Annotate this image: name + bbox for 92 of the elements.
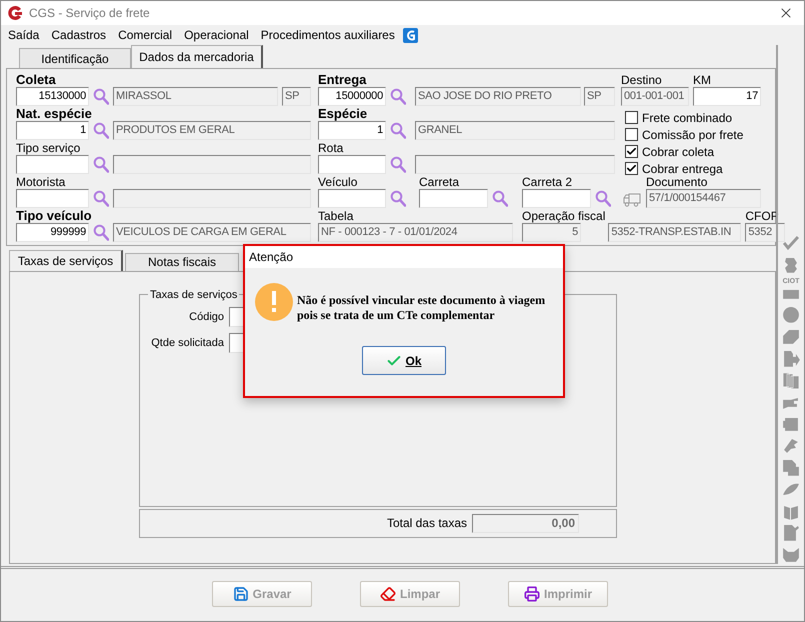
checkbox[interactable]	[625, 111, 638, 124]
check-icon[interactable]	[782, 234, 800, 252]
input-field[interactable]: 15130000	[16, 87, 89, 106]
menu-item[interactable]: Procedimentos auxiliares	[260, 26, 395, 44]
checkbox-label: Cobrar coleta	[642, 144, 714, 160]
field-label: Operação fiscal	[522, 209, 606, 223]
input-field[interactable]	[16, 189, 89, 208]
checkbox-label: Cobrar entrega	[642, 160, 723, 178]
eraser-icon	[380, 586, 396, 602]
readonly-field: 5352	[745, 223, 786, 242]
readonly-field: SP	[584, 87, 615, 106]
field-label: Entrega	[318, 72, 366, 87]
menu-item[interactable]: Saída	[8, 26, 40, 44]
search-icon[interactable]	[93, 88, 109, 105]
tab[interactable]: Dados da mercadoria	[131, 45, 263, 68]
field-label: Tabela	[318, 209, 354, 223]
search-icon[interactable]	[93, 190, 109, 207]
field-label: Tipo veículo	[16, 208, 92, 223]
box-icon[interactable]	[782, 415, 800, 434]
input-field[interactable]: 999999	[16, 223, 89, 242]
circle-icon[interactable]	[782, 306, 800, 324]
field-label: Documento	[646, 175, 708, 189]
field-label: Veículo	[318, 175, 358, 189]
field-label: Motorista	[16, 175, 66, 189]
checkbox[interactable]	[625, 162, 638, 175]
field-label: Carreta	[419, 175, 460, 189]
field-label: Nat. espécie	[16, 106, 92, 121]
documents-icon[interactable]	[782, 372, 800, 390]
input-field[interactable]	[16, 155, 89, 174]
search-icon[interactable]	[93, 156, 109, 173]
input-field[interactable]: 1	[318, 121, 386, 140]
ok-button[interactable]: Ok	[362, 346, 446, 375]
readonly-field: VEICULOS DE CARGA EM GERAL	[113, 223, 311, 242]
eraser-icon[interactable]	[782, 328, 800, 346]
menu-item[interactable]: Operacional	[184, 26, 249, 44]
field-label: Tipo serviço	[16, 141, 80, 155]
input-field[interactable]	[318, 189, 386, 208]
input-field[interactable]: 17	[693, 87, 761, 106]
search-icon[interactable]	[390, 88, 406, 105]
field-label: Código	[188, 310, 224, 325]
input-field[interactable]	[522, 189, 591, 208]
field-label: Destino	[621, 73, 662, 87]
logo-icon	[7, 5, 23, 21]
readonly-field: SAO JOSE DO RIO PRETO	[415, 87, 581, 106]
field-label: Qtde solicitada	[150, 336, 224, 351]
readonly-field: 5352-TRANSP.ESTAB.IN	[608, 223, 742, 242]
readonly-field: 001-001-001	[621, 87, 689, 106]
readonly-field: 5	[522, 223, 581, 242]
input-field[interactable]	[419, 189, 488, 208]
field-label: Rota	[318, 141, 344, 155]
input-field[interactable]: 15000000	[318, 87, 386, 106]
tab[interactable]: Identificação	[19, 48, 131, 68]
menu-item[interactable]: Comercial	[118, 26, 172, 44]
search-icon[interactable]	[390, 156, 406, 173]
app-icon[interactable]	[402, 28, 418, 42]
window-title: CGS - Serviço de frete	[29, 5, 150, 22]
input-field[interactable]	[318, 155, 386, 174]
search-icon[interactable]	[390, 190, 406, 207]
warning-icon	[255, 283, 293, 321]
field-label: Espécie	[318, 106, 368, 121]
total-field: 0,00	[472, 514, 579, 533]
document-arrow-icon[interactable]	[782, 350, 800, 368]
search-icon[interactable]	[492, 190, 508, 207]
checkbox[interactable]	[625, 145, 638, 158]
input-field[interactable]: 1	[16, 121, 89, 140]
field-label: Coleta	[16, 72, 56, 87]
pen-icon[interactable]	[782, 437, 800, 455]
document-edit-icon[interactable]	[782, 524, 800, 542]
search-icon[interactable]	[390, 122, 406, 139]
search-icon[interactable]	[93, 122, 109, 139]
readonly-field: MIRASSOL	[113, 87, 278, 106]
tab[interactable]: Notas fiscais	[125, 252, 239, 271]
field-label: KM	[693, 73, 711, 87]
search-icon[interactable]	[93, 224, 109, 241]
readonly-field: GRANEL	[415, 121, 615, 140]
group-title: Taxas de serviços	[149, 288, 238, 303]
checkbox[interactable]	[625, 128, 638, 141]
menu-item[interactable]: Cadastros	[51, 26, 106, 44]
total-label: Total das taxas	[386, 515, 467, 532]
readonly-field: PRODUTOS EM GERAL	[113, 121, 311, 140]
checkbox-label: Frete combinado	[642, 110, 732, 126]
dialog-title: Atenção	[249, 249, 294, 266]
dialog-message: Não é possível vincular este documento à viagem pois se trata de um CTe complementar	[297, 293, 546, 323]
readonly-field: 57/1/000154467	[646, 189, 761, 208]
truck-icon[interactable]	[623, 192, 641, 207]
tab[interactable]: Taxas de serviços	[9, 250, 123, 271]
printer-icon	[524, 586, 540, 602]
checkbox-label: Comissão por frete	[642, 126, 744, 144]
readonly-field: NF - 000123 - 7 - 01/01/2024	[318, 223, 513, 242]
search-icon[interactable]	[595, 190, 611, 207]
field-label: Carreta 2	[522, 175, 572, 189]
readonly-field: SP	[282, 87, 311, 106]
